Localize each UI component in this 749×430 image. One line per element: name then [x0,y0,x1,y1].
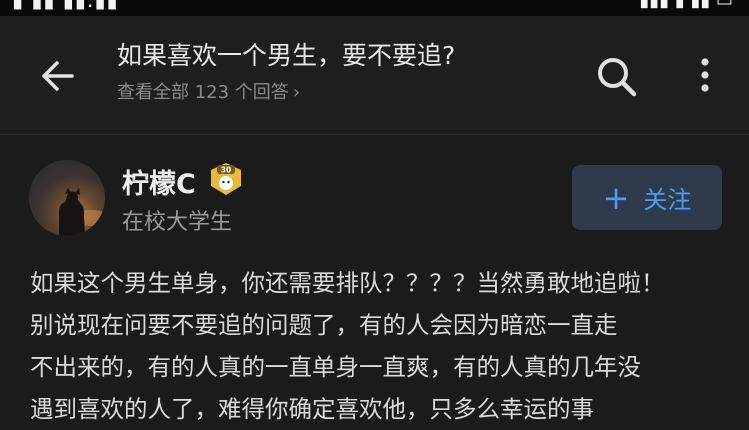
search-icon [598,58,637,97]
answer-body[interactable]: 如果这个男生单身，你还需要排队？？？？当然勇敢地追啦！ 别说现在问要不要追的问题… [30,262,725,430]
chevron-right-icon: › [292,82,301,103]
status-bar-clipped-text: ▮ ▮▮ ▮▮:▮▮ [12,0,119,12]
follow-label: 关注 [643,186,692,214]
question-header: 如果喜欢一个男生，要不要追? 查看全部 123 个回答 › [0,16,749,135]
answer-line: 遇到喜欢的人了，难得你确定喜欢他，只多么幸运的事 [30,395,594,423]
back-button[interactable] [38,56,78,96]
author-avatar[interactable] [29,160,105,236]
back-arrow-icon [42,61,74,91]
author-description: 在校大学生 [122,210,233,235]
level-badge-icon: 30 [211,163,241,195]
status-bar-icons: ▮▮▮ ▮ ▮▮ ▭ [639,0,733,11]
more-options-button[interactable] [690,54,720,98]
status-bar: ▮ ▮▮ ▮▮:▮▮ ▮▮▮ ▮ ▮▮ ▭ [0,0,749,16]
question-title[interactable]: 如果喜欢一个男生，要不要追? [117,36,455,72]
view-all-label: 查看全部 123 个回答 [117,82,289,103]
search-button[interactable] [594,54,638,98]
answer-line: 别说现在问要不要追的问题了，有的人会因为暗恋一直走 [30,311,618,339]
more-vertical-icon [701,58,709,92]
avatar-silhouette [59,188,105,236]
view-all-answers-link[interactable]: 查看全部 123 个回答 › [117,78,300,104]
follow-button[interactable]: + 关注 [572,165,722,230]
answer-line: 不出来的，有的人真的一直单身一直爽，有的人真的几年没 [30,353,641,381]
answer-line: 如果这个男生单身，你还需要排队？？？？当然勇敢地追啦！ [30,269,665,297]
plus-icon: + [602,178,630,217]
author-name[interactable]: 柠檬C [122,162,196,201]
badge-text: 30 [221,166,231,175]
